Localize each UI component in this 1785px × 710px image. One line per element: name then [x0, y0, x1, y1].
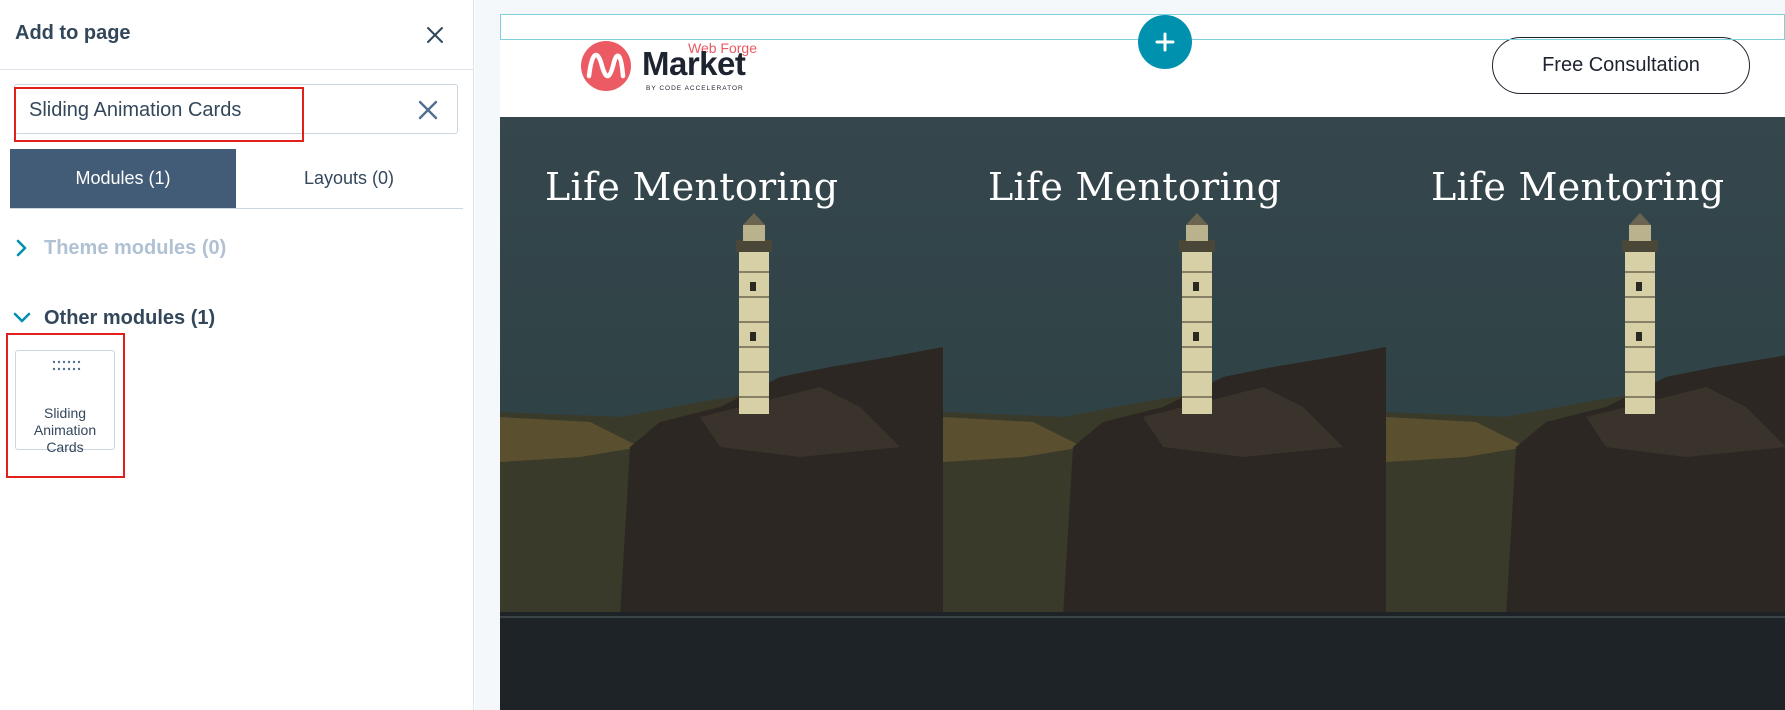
panel-title: Add to page: [15, 22, 131, 44]
section-label: Theme modules (0): [44, 236, 227, 259]
add-section-button[interactable]: [1138, 15, 1192, 69]
card-title: Life Mentoring: [1431, 165, 1725, 209]
site-logo[interactable]: Web Forge Market BY CODE ACCELERATOR: [580, 36, 780, 96]
tab-modules[interactable]: Modules (1): [10, 149, 236, 208]
search-highlight-box: [14, 87, 304, 142]
section-label: Other modules (1): [44, 306, 216, 329]
panel-tabs: Modules (1) Layouts (0): [10, 149, 463, 209]
logo-name: Market: [642, 45, 746, 82]
card-title: Life Mentoring: [545, 165, 839, 209]
free-consultation-button[interactable]: Free Consultation: [1492, 37, 1750, 94]
close-icon: [427, 27, 443, 43]
module-highlight-box: [6, 333, 125, 478]
logo-subtitle: BY CODE ACCELERATOR: [646, 85, 744, 92]
clear-search-button[interactable]: [415, 97, 441, 123]
chevron-down-icon: [13, 312, 31, 323]
add-to-page-panel: Add to page Modules (1) Layouts (0) Them…: [0, 0, 474, 710]
tab-layouts[interactable]: Layouts (0): [236, 149, 462, 208]
close-panel-button[interactable]: [420, 20, 450, 50]
sliding-cards-row: Life Mentoring Life Mentoring Life Mento…: [500, 117, 1785, 710]
section-other-modules[interactable]: Other modules (1): [12, 303, 215, 333]
section-theme-modules[interactable]: Theme modules (0): [12, 233, 226, 263]
plus-icon: [1155, 32, 1175, 52]
card[interactable]: Life Mentoring: [943, 117, 1386, 710]
card-title: Life Mentoring: [988, 165, 1282, 209]
logo-mark-icon: [581, 41, 631, 91]
card[interactable]: Life Mentoring: [1386, 117, 1785, 710]
card[interactable]: Life Mentoring: [500, 117, 943, 710]
panel-header: Add to page: [0, 0, 474, 70]
page-preview: Web Forge Market BY CODE ACCELERATOR Fre…: [500, 14, 1785, 710]
chevron-right-icon: [16, 239, 27, 257]
clear-search-icon: [418, 100, 438, 120]
